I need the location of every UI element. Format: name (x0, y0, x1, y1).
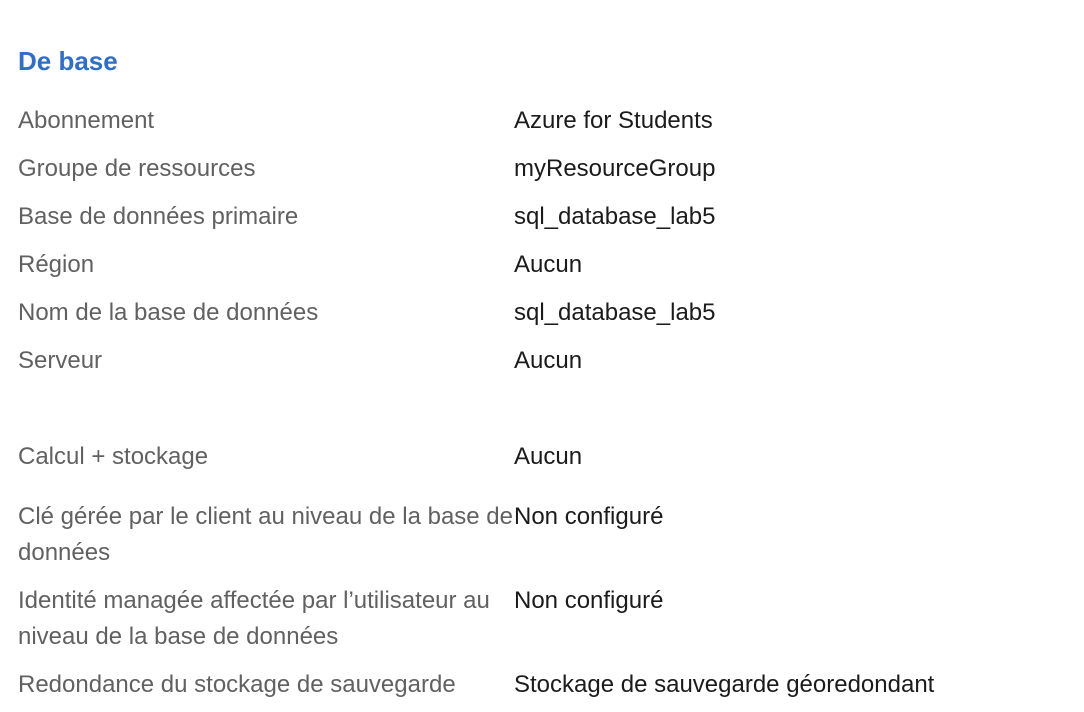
row-value: Azure for Students (514, 107, 713, 134)
row-value: Aucun (514, 443, 583, 470)
row-label: Calcul + stockage (18, 443, 209, 470)
row-label: Redondance du stockage de sauvegarde (18, 671, 456, 698)
row-redondance-stockage: Redondance du stockage de sauvegarde Sto… (18, 667, 1068, 703)
row-identite-managee: Identité managée affectée par l’utilisat… (18, 583, 1068, 655)
row-value: Aucun (514, 251, 583, 278)
row-value: sql_database_lab5 (514, 299, 716, 326)
row-label: Base de données primaire (18, 203, 299, 230)
row-label: Identité managée affectée par l’utilisat… (18, 587, 490, 650)
section-title: De base (18, 46, 118, 76)
row-label: Région (18, 251, 95, 278)
row-label: Clé gérée par le client au niveau de la … (18, 503, 513, 566)
row-region: Région Aucun (18, 247, 1068, 283)
row-groupe-de-ressources: Groupe de ressources myResourceGroup (18, 151, 1068, 187)
row-label: Groupe de ressources (18, 155, 256, 182)
row-value: Non configuré (514, 503, 664, 530)
row-label: Abonnement (18, 107, 155, 134)
row-abonnement: Abonnement Azure for Students (18, 103, 1068, 139)
row-label: Serveur (18, 347, 103, 374)
row-serveur: Serveur Aucun (18, 343, 1068, 379)
row-calcul-stockage: Calcul + stockage Aucun (18, 439, 1068, 475)
row-value: myResourceGroup (514, 155, 716, 182)
row-value: Stockage de sauvegarde géoredondant (514, 671, 935, 698)
row-nom-base-de-donnees: Nom de la base de données sql_database_l… (18, 295, 1068, 331)
row-value: Non configuré (514, 587, 664, 614)
row-value: Aucun (514, 347, 583, 374)
row-label: Nom de la base de données (18, 299, 319, 326)
row-cle-geree-client: Clé gérée par le client au niveau de la … (18, 499, 1068, 571)
row-value: sql_database_lab5 (514, 203, 716, 230)
row-base-de-donnees-primaire: Base de données primaire sql_database_la… (18, 199, 1068, 235)
